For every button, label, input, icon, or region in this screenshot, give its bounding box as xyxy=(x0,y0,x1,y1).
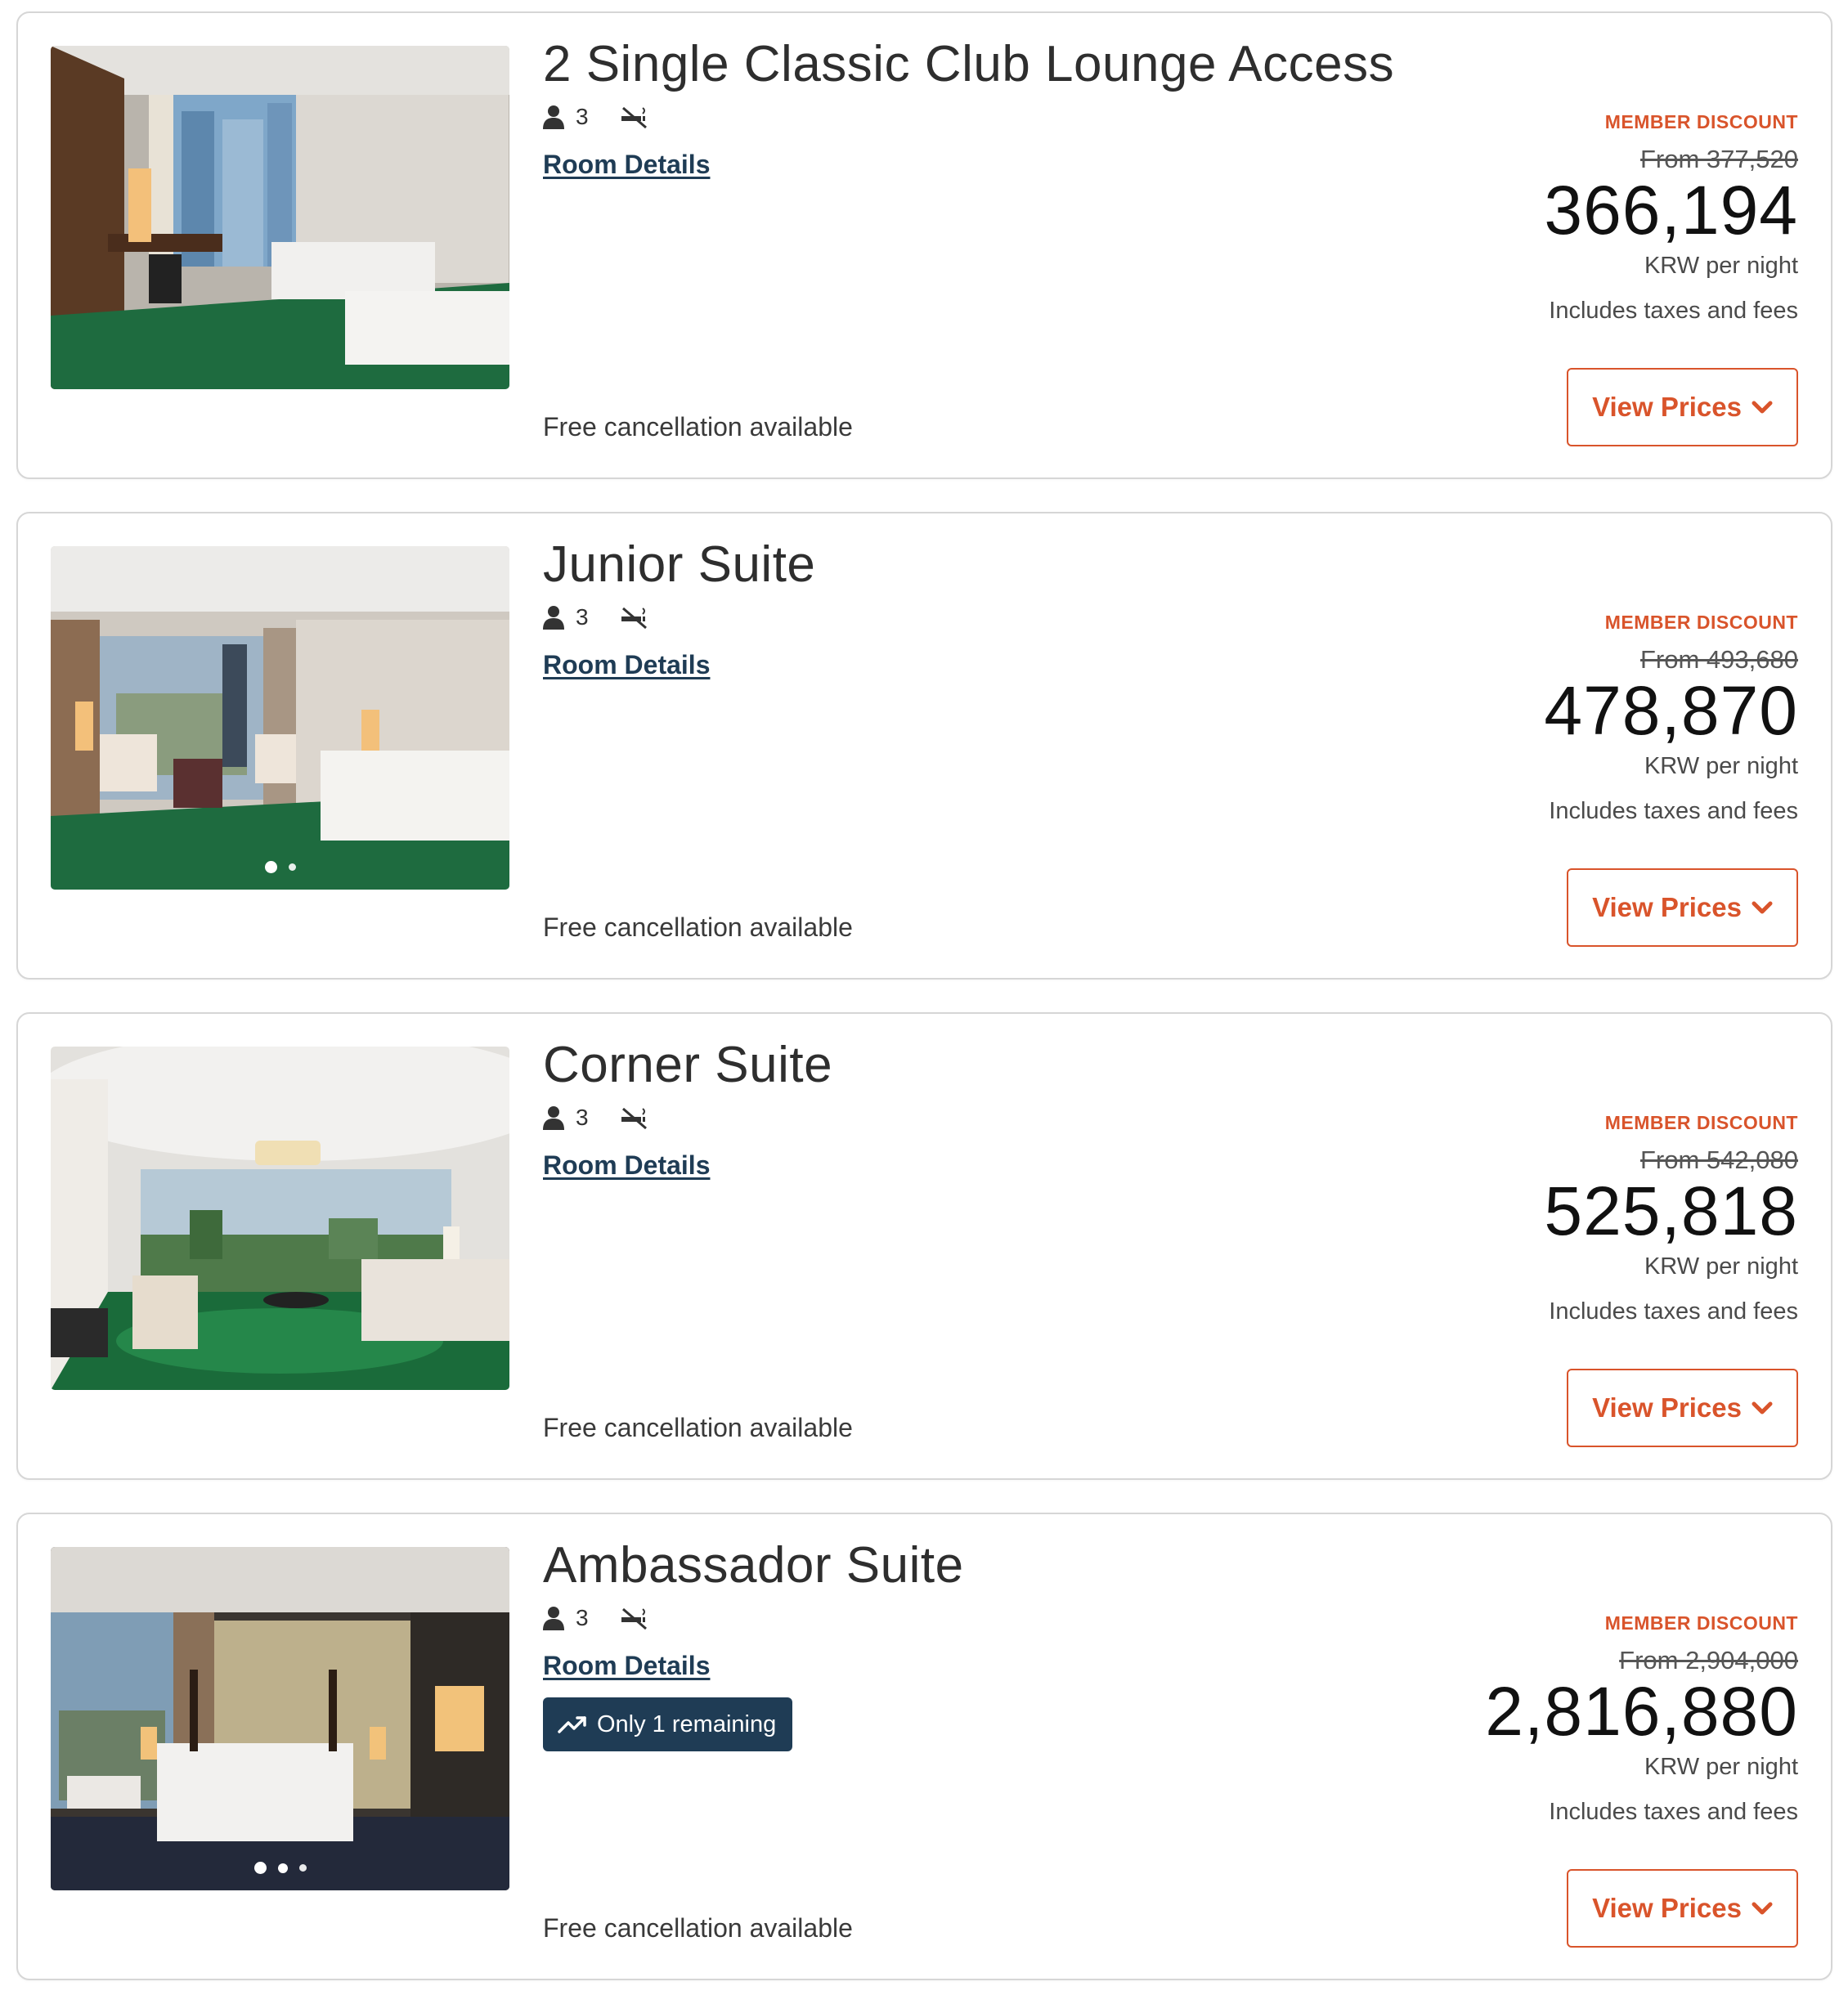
room-photo[interactable] xyxy=(51,1047,509,1390)
person-icon xyxy=(543,606,564,630)
view-prices-button[interactable]: View Prices xyxy=(1567,1369,1798,1447)
occupancy-count: 3 xyxy=(576,604,589,630)
room-name: 2 Single Classic Club Lounge Access xyxy=(543,36,1395,92)
room-details-link[interactable]: Room Details xyxy=(543,1150,710,1181)
room-name: Junior Suite xyxy=(543,536,816,593)
chevron-down-icon xyxy=(1752,1401,1773,1414)
room-photo[interactable] xyxy=(51,546,509,890)
room-card: Corner Suite 3 Room Details Free cancell… xyxy=(16,1012,1832,1480)
taxes-note: Includes taxes and fees xyxy=(1549,1799,1798,1825)
carousel-dot[interactable] xyxy=(288,863,296,871)
price-block: MEMBER DISCOUNT From 542,080 525,818 KRW… xyxy=(1544,1112,1798,1325)
original-price: From 2,904,000 xyxy=(1619,1646,1798,1675)
currency-per-night: KRW per night xyxy=(1644,753,1798,779)
discounted-price: 366,194 xyxy=(1544,172,1798,249)
occupancy-count: 3 xyxy=(576,1605,589,1631)
no-smoking-icon xyxy=(621,1107,647,1130)
room-info: Junior Suite 3 Room Details xyxy=(543,538,815,680)
room-photo[interactable] xyxy=(51,46,509,389)
view-prices-button[interactable]: View Prices xyxy=(1567,868,1798,947)
room-card: 2 Single Classic Club Lounge Access 3 Ro… xyxy=(16,11,1832,479)
room-name: Ambassador Suite xyxy=(543,1537,964,1594)
chevron-down-icon xyxy=(1752,1902,1773,1915)
room-details-link[interactable]: Room Details xyxy=(543,650,710,680)
currency-per-night: KRW per night xyxy=(1644,1754,1798,1780)
chevron-down-icon xyxy=(1752,901,1773,914)
carousel-dot[interactable] xyxy=(298,1864,307,1872)
carousel-dot[interactable] xyxy=(264,861,277,873)
member-discount-label: MEMBER DISCOUNT xyxy=(1604,612,1798,633)
no-smoking-icon xyxy=(621,607,647,630)
room-meta: 3 xyxy=(543,603,815,632)
discounted-price: 2,816,880 xyxy=(1485,1673,1798,1750)
free-cancellation-text: Free cancellation available xyxy=(543,1413,853,1442)
room-name: Corner Suite xyxy=(543,1037,833,1093)
member-discount-label: MEMBER DISCOUNT xyxy=(1604,1612,1798,1634)
photo-carousel-dots[interactable] xyxy=(51,1862,509,1874)
discounted-price: 478,870 xyxy=(1544,672,1798,749)
room-info: 2 Single Classic Club Lounge Access 3 Ro… xyxy=(543,38,1394,180)
room-meta: 3 xyxy=(543,1103,832,1132)
photo-carousel-dots[interactable] xyxy=(51,861,509,873)
room-meta: 3 xyxy=(543,1603,964,1633)
view-prices-button[interactable]: View Prices xyxy=(1567,1869,1798,1948)
view-prices-label: View Prices xyxy=(1592,1893,1742,1923)
currency-per-night: KRW per night xyxy=(1644,1253,1798,1280)
taxes-note: Includes taxes and fees xyxy=(1549,298,1798,324)
price-block: MEMBER DISCOUNT From 493,680 478,870 KRW… xyxy=(1544,612,1798,825)
room-card: Junior Suite 3 Room Details Free cancell… xyxy=(16,512,1832,980)
occupancy-count: 3 xyxy=(576,1105,589,1131)
member-discount-label: MEMBER DISCOUNT xyxy=(1604,111,1798,132)
free-cancellation-text: Free cancellation available xyxy=(543,912,853,942)
view-prices-label: View Prices xyxy=(1592,392,1742,422)
view-prices-label: View Prices xyxy=(1592,892,1742,922)
room-info: Ambassador Suite 3 Room Details Only 1 r… xyxy=(543,1537,964,1752)
currency-per-night: KRW per night xyxy=(1644,253,1798,279)
room-details-link[interactable]: Room Details xyxy=(543,150,710,180)
view-prices-button[interactable]: View Prices xyxy=(1567,368,1798,446)
room-photo[interactable] xyxy=(51,1547,509,1890)
person-icon xyxy=(543,1607,564,1631)
member-discount-label: MEMBER DISCOUNT xyxy=(1604,1112,1798,1133)
person-icon xyxy=(543,105,564,130)
no-smoking-icon xyxy=(621,1607,647,1630)
availability-badge: Only 1 remaining xyxy=(543,1697,793,1752)
discounted-price: 525,818 xyxy=(1544,1172,1798,1249)
original-price: From 493,680 xyxy=(1640,645,1798,674)
availability-badge-label: Only 1 remaining xyxy=(597,1710,777,1737)
carousel-dot[interactable] xyxy=(253,1862,267,1874)
price-block: MEMBER DISCOUNT From 2,904,000 2,816,880… xyxy=(1485,1612,1798,1826)
view-prices-label: View Prices xyxy=(1592,1392,1742,1423)
carousel-dot[interactable] xyxy=(277,1863,288,1873)
chevron-down-icon xyxy=(1752,401,1773,414)
original-price: From 377,520 xyxy=(1640,145,1798,173)
taxes-note: Includes taxes and fees xyxy=(1549,1298,1798,1325)
occupancy-count: 3 xyxy=(576,104,589,130)
room-list: 2 Single Classic Club Lounge Access 3 Ro… xyxy=(16,11,1832,2013)
taxes-note: Includes taxes and fees xyxy=(1549,798,1798,824)
room-card: Ambassador Suite 3 Room Details Only 1 r… xyxy=(16,1513,1832,1980)
room-details-link[interactable]: Room Details xyxy=(543,1651,710,1681)
room-meta: 3 xyxy=(543,102,1394,132)
price-block: MEMBER DISCOUNT From 377,520 366,194 KRW… xyxy=(1544,111,1798,325)
room-info: Corner Suite 3 Room Details xyxy=(543,1038,832,1181)
free-cancellation-text: Free cancellation available xyxy=(543,412,853,442)
person-icon xyxy=(543,1106,564,1131)
free-cancellation-text: Free cancellation available xyxy=(543,1913,853,1943)
original-price: From 542,080 xyxy=(1640,1145,1798,1174)
trending-up-icon xyxy=(558,1716,586,1733)
no-smoking-icon xyxy=(621,106,647,129)
